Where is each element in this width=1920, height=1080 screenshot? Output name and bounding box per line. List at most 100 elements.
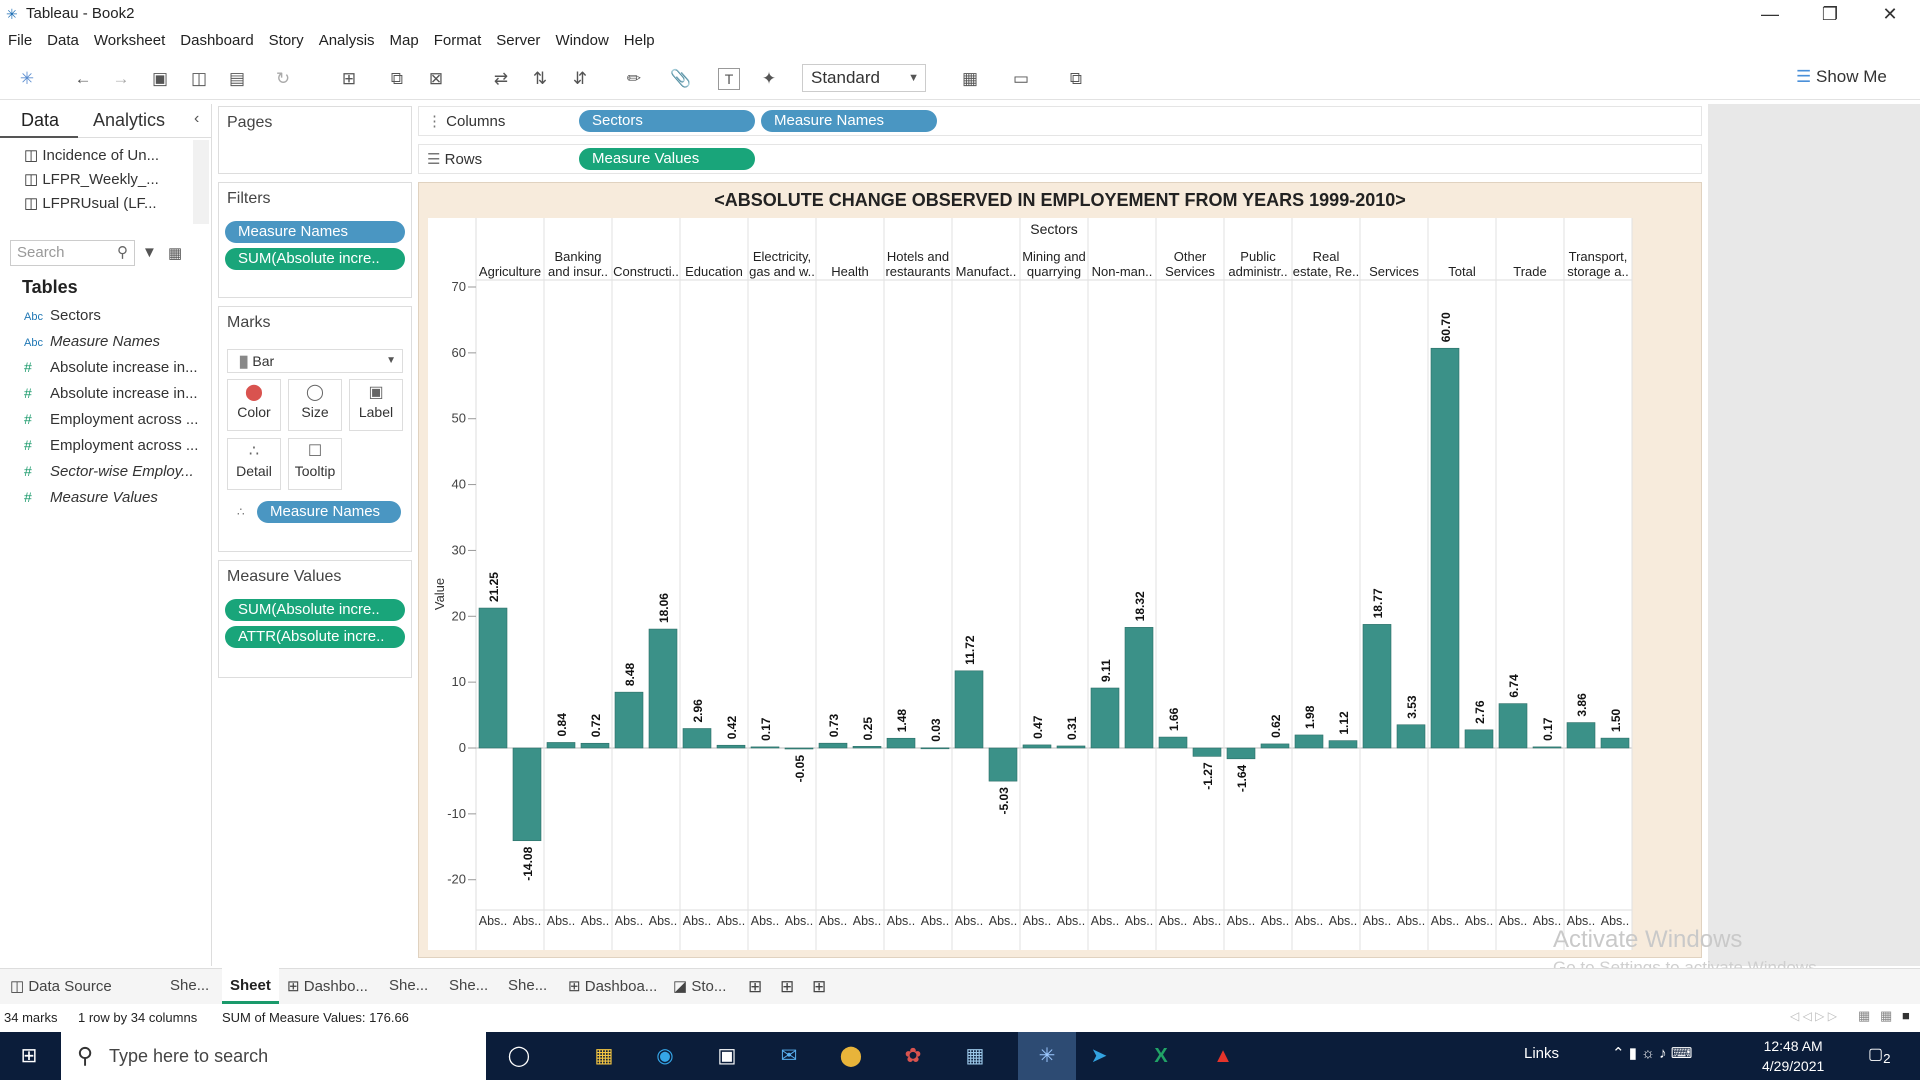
tab-sheet-active[interactable]: Sheet xyxy=(222,968,279,1004)
mark-type-select[interactable]: ▉ Bar ▼ xyxy=(227,349,403,373)
tab-data[interactable]: Data xyxy=(21,110,59,131)
cortana-icon[interactable]: ◯ xyxy=(502,1040,536,1072)
new-dashboard-icon[interactable]: ⊞ xyxy=(780,977,794,997)
measure-values-pill-sum[interactable]: SUM(Absolute incre.. xyxy=(225,599,405,621)
filter-fields-icon[interactable]: ▼ xyxy=(142,244,157,261)
pages-card[interactable]: Pages xyxy=(218,106,412,174)
field-search-input[interactable]: Search ⚲ xyxy=(10,240,135,266)
pause-updates-icon[interactable]: ▤ xyxy=(224,66,250,92)
menu-server[interactable]: Server xyxy=(488,30,547,49)
new-data-source-icon[interactable]: ◫ xyxy=(186,66,212,92)
label-button[interactable]: ▣ Label xyxy=(349,379,403,431)
tooltip-button[interactable]: ☐ Tooltip xyxy=(288,438,342,490)
menu-help[interactable]: Help xyxy=(616,30,662,49)
file-explorer-icon[interactable]: ▦ xyxy=(587,1040,621,1072)
collapse-pane-icon[interactable]: ‹ xyxy=(194,110,199,128)
fit-select[interactable]: Standard ▼ xyxy=(802,64,926,92)
tab-sheet[interactable]: She... xyxy=(449,977,488,994)
show-mark-labels-icon[interactable]: T xyxy=(718,68,740,90)
menu-analysis[interactable]: Analysis xyxy=(311,30,382,49)
menu-worksheet[interactable]: Worksheet xyxy=(86,30,172,49)
tab-dashboard[interactable]: ⊞ Dashboa... xyxy=(568,977,657,995)
redo-icon[interactable]: → xyxy=(108,66,134,92)
new-worksheet-icon[interactable]: ⊞ xyxy=(748,977,762,997)
presentation-mode-icon[interactable]: ▭ xyxy=(1008,66,1034,92)
save-icon[interactable]: ▣ xyxy=(147,66,173,92)
tab-data-source[interactable]: ◫ Data Source xyxy=(10,977,112,995)
field-measure-values[interactable]: # Measure Values xyxy=(24,489,158,506)
minimize-icon[interactable]: — xyxy=(1740,0,1800,28)
filter-pill-measure-names[interactable]: Measure Names xyxy=(225,221,405,243)
menu-story[interactable]: Story xyxy=(261,30,311,49)
menu-map[interactable]: Map xyxy=(382,30,426,49)
tab-sheet[interactable]: She... xyxy=(170,977,209,994)
store-icon[interactable]: ▣ xyxy=(710,1040,744,1072)
swap-rows-columns-icon[interactable]: ⇄ xyxy=(488,66,514,92)
columns-pill-sectors[interactable]: Sectors xyxy=(579,110,755,132)
fix-axes-icon[interactable]: ✦ xyxy=(756,66,782,92)
columns-pill-measure-names[interactable]: Measure Names xyxy=(761,110,937,132)
tab-analytics[interactable]: Analytics xyxy=(93,110,165,131)
mail-icon[interactable]: ✉ xyxy=(772,1040,806,1072)
sort-descending-icon[interactable]: ⇵ xyxy=(567,66,593,92)
system-tray-icons[interactable]: ⌃ ▮ ☼ ♪ ⌨ xyxy=(1612,1044,1692,1062)
chrome-icon[interactable]: ⬤ xyxy=(834,1040,868,1072)
field-sector-wise[interactable]: # Sector-wise Employ... xyxy=(24,463,194,480)
notepad-icon[interactable]: ▦ xyxy=(958,1040,992,1072)
menu-data[interactable]: Data xyxy=(39,30,86,49)
filter-pill-sum[interactable]: SUM(Absolute incre.. xyxy=(225,248,405,270)
tab-dashboard[interactable]: ⊞ Dashbo... xyxy=(287,977,368,995)
field-employment-across-1[interactable]: # Employment across ... xyxy=(24,411,198,428)
rows-shelf[interactable]: ☰ Rows Measure Values xyxy=(418,144,1702,174)
excel-icon[interactable]: X xyxy=(1144,1040,1178,1072)
menu-window[interactable]: Window xyxy=(547,30,615,49)
sheet-sorter-icon[interactable]: ▦ xyxy=(1858,1008,1870,1024)
undo-icon[interactable]: ← xyxy=(70,66,96,92)
paint-icon[interactable]: ✿ xyxy=(896,1040,930,1072)
tab-sheet[interactable]: She... xyxy=(389,977,428,994)
color-button[interactable]: ⬤ Color xyxy=(227,379,281,431)
edge-icon[interactable]: ◉ xyxy=(648,1040,682,1072)
filters-card[interactable]: Filters Measure Names SUM(Absolute incre… xyxy=(218,182,412,298)
field-absolute-increase-1[interactable]: # Absolute increase in... xyxy=(24,359,198,376)
data-source-item[interactable]: ◫ LFPR_Weekly_... xyxy=(24,170,159,188)
measure-values-pill-attr[interactable]: ATTR(Absolute incre.. xyxy=(225,626,405,648)
clear-sheet-icon[interactable]: ⊠ xyxy=(423,66,449,92)
detail-button[interactable]: ∴ Detail xyxy=(227,438,281,490)
view-options-icon[interactable]: ▦ xyxy=(168,244,182,262)
data-source-item[interactable]: ◫ Incidence of Un... xyxy=(24,146,159,164)
size-button[interactable]: ◯ Size xyxy=(288,379,342,431)
field-employment-across-2[interactable]: # Employment across ... xyxy=(24,437,198,454)
taskbar-clock[interactable]: 12:48 AM 4/29/2021 xyxy=(1762,1036,1824,1076)
highlight-icon[interactable]: ✏ xyxy=(621,66,647,92)
field-measure-names[interactable]: Abc Measure Names xyxy=(24,333,160,350)
sort-ascending-icon[interactable]: ⇅ xyxy=(527,66,553,92)
data-source-item[interactable]: ◫ LFPRUsual (LF... xyxy=(24,194,157,212)
field-absolute-increase-2[interactable]: # Absolute increase in... xyxy=(24,385,198,402)
tabs-view-icon[interactable]: ■ xyxy=(1902,1008,1910,1023)
filmstrip-icon[interactable]: ▦ xyxy=(1880,1008,1892,1024)
taskbar-search-input[interactable]: ⚲ Type here to search xyxy=(61,1032,486,1080)
group-members-icon[interactable]: 📎 xyxy=(668,66,694,92)
share-icon[interactable]: ⧉ xyxy=(1063,66,1089,92)
sheet-nav-icon[interactable]: ◁ ◁ ▷ ▷ xyxy=(1790,1009,1837,1023)
data-source-scrollbar[interactable] xyxy=(193,140,209,224)
tableau-taskbar-icon[interactable]: ✳ xyxy=(1018,1032,1076,1080)
acrobat-icon[interactable]: ▲ xyxy=(1206,1040,1240,1072)
restore-icon[interactable]: ❐ xyxy=(1800,0,1860,28)
tab-story[interactable]: ◪ Sto... xyxy=(673,977,726,995)
windows-start-icon[interactable]: ⊞ xyxy=(12,1040,46,1072)
menu-file[interactable]: File xyxy=(0,30,39,49)
new-story-icon[interactable]: ⊞ xyxy=(812,977,826,997)
duplicate-sheet-icon[interactable]: ⧉ xyxy=(384,66,410,92)
show-me-button[interactable]: ☰ Show Me xyxy=(1796,67,1887,87)
telegram-icon[interactable]: ➤ xyxy=(1082,1040,1116,1072)
tab-sheet[interactable]: She... xyxy=(508,977,547,994)
refresh-icon[interactable]: ↻ xyxy=(270,66,296,92)
links-toolbar[interactable]: Links xyxy=(1524,1045,1559,1062)
rows-pill-measure-values[interactable]: Measure Values xyxy=(579,148,755,170)
tableau-home-icon[interactable]: ✳ xyxy=(14,66,40,92)
close-icon[interactable]: ✕ xyxy=(1860,0,1920,28)
columns-shelf[interactable]: ⋮ Columns Sectors Measure Names xyxy=(418,106,1702,136)
new-worksheet-icon[interactable]: ⊞ xyxy=(336,66,362,92)
